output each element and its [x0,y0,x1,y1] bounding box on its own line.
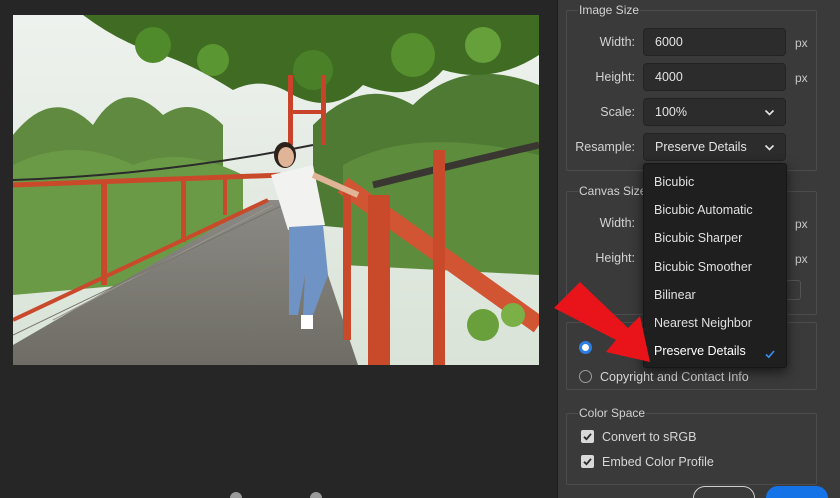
image-width-field[interactable]: 6000 [643,28,786,56]
preview-photo [13,15,539,365]
checkmark-icon [764,345,776,359]
zoom-out-icon[interactable] [230,492,242,498]
scale-value: 100% [655,105,687,119]
checkmark-icon [583,433,592,441]
image-size-title: Image Size [578,3,641,17]
red-arrow-icon [554,282,650,362]
menu-item-nearest-neighbor[interactable]: Nearest Neighbor [644,312,786,334]
resample-dropdown-menu: Bicubic Bicubic Automatic Bicubic Sharpe… [643,163,787,368]
resample-value: Preserve Details [655,140,747,154]
menu-item-bicubic-sharper[interactable]: Bicubic Sharper [644,227,786,249]
zoom-in-icon[interactable] [310,492,322,498]
image-preview-area [0,0,557,498]
image-width-unit: px [795,36,808,50]
convert-srgb-label: Convert to sRGB [602,430,697,444]
resample-label: Resample: [575,140,635,154]
canvas-height-unit: px [795,252,808,266]
menu-item-bicubic-automatic[interactable]: Bicubic Automatic [644,199,786,221]
export-button[interactable] [766,486,828,498]
chevron-down-icon [764,107,775,118]
metadata-copyright-label: Copyright and Contact Info [600,370,749,384]
canvas-size-title: Canvas Size [578,184,648,198]
canvas-width-label: Width: [599,216,635,230]
color-space-title: Color Space [578,406,647,420]
scale-select[interactable]: 100% [643,98,786,126]
canvas-height-label: Height: [595,251,635,265]
menu-item-bicubic-smoother[interactable]: Bicubic Smoother [644,256,786,278]
convert-srgb-checkbox[interactable] [581,430,594,443]
menu-item-bicubic[interactable]: Bicubic [644,171,786,193]
canvas-width-unit: px [795,217,808,231]
embed-profile-label: Embed Color Profile [602,455,714,469]
checkmark-icon [583,458,592,466]
resample-select[interactable]: Preserve Details [643,133,786,161]
cancel-button[interactable] [693,486,755,498]
image-width-label: Width: [599,35,635,49]
image-height-field[interactable]: 4000 [643,63,786,91]
color-space-group [566,413,817,485]
zoom-controls [226,492,326,498]
canvas-field-edge [786,280,801,300]
menu-item-preserve-details-label: Preserve Details [654,344,746,358]
chevron-down-icon [764,142,775,153]
scale-label: Scale: [600,105,635,119]
metadata-copyright-radio[interactable] [579,370,592,383]
image-height-unit: px [795,71,808,85]
bridge-photo-image [13,15,539,365]
image-height-label: Height: [595,70,635,84]
menu-item-preserve-details[interactable]: Preserve Details [644,340,786,362]
embed-profile-checkbox[interactable] [581,455,594,468]
menu-item-bilinear[interactable]: Bilinear [644,284,786,306]
